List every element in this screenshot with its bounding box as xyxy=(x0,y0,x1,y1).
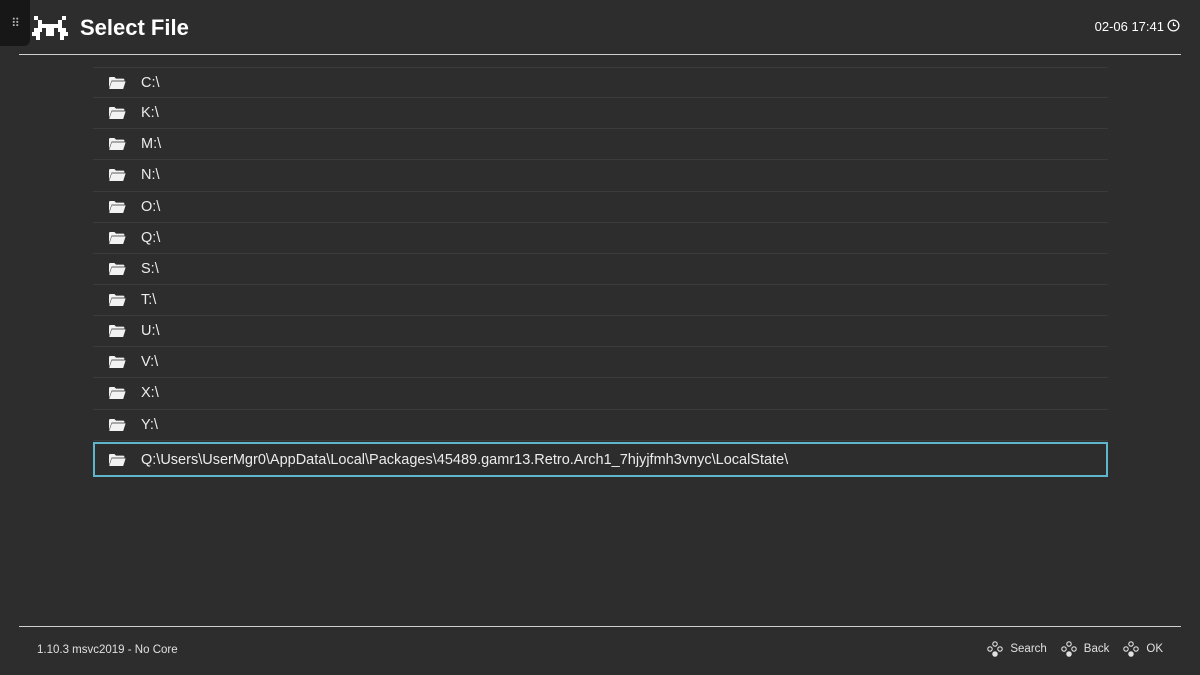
list-item[interactable]: Q:\ xyxy=(93,223,1108,254)
hint-ok[interactable]: OK xyxy=(1123,641,1163,657)
list-item-label: T:\ xyxy=(141,291,157,308)
folder-icon xyxy=(108,231,126,245)
list-item-label: Y:\ xyxy=(141,416,158,433)
list-item-label: X:\ xyxy=(141,385,159,402)
list-item-label: N:\ xyxy=(141,167,160,184)
list-item[interactable]: O:\ xyxy=(93,192,1108,223)
folder-icon xyxy=(108,355,126,369)
list-item[interactable]: T:\ xyxy=(93,285,1108,317)
file-list: C:\ K:\ M:\ N:\ O:\ Q:\ S:\ T:\ U:\ V:\ X:\ Y:\ Q:\U… xyxy=(93,67,1108,477)
list-item[interactable]: C:\ xyxy=(93,67,1108,99)
list-item[interactable]: S:\ xyxy=(93,254,1108,285)
list-item[interactable]: K:\ xyxy=(93,98,1108,130)
button-hints: Search Back OK xyxy=(981,641,1163,657)
folder-icon xyxy=(108,137,126,151)
list-item-label: V:\ xyxy=(141,354,159,371)
list-item-label: Q:\Users\UserMgr0\AppData\Local\Packages… xyxy=(141,451,789,468)
list-item-label: M:\ xyxy=(141,136,162,153)
page-title: Select File xyxy=(80,15,189,40)
list-item-label: O:\ xyxy=(141,198,161,215)
list-item-label: C:\ xyxy=(141,75,160,91)
clock-text: 02-06 17:41 xyxy=(1094,19,1164,34)
list-item[interactable]: U:\ xyxy=(93,316,1108,348)
list-item-label: S:\ xyxy=(141,260,159,277)
gamepad-button-icon xyxy=(1123,641,1140,657)
hint-label: Back xyxy=(1083,643,1110,655)
list-item-label: Q:\ xyxy=(141,229,161,246)
folder-icon xyxy=(108,200,126,214)
footer-divider xyxy=(19,626,1181,627)
clock-icon xyxy=(1167,19,1180,32)
version-text: 1.10.3 msvc2019 - No Core xyxy=(37,644,178,656)
list-item-label: U:\ xyxy=(141,323,160,340)
hint-label: OK xyxy=(1146,643,1163,655)
list-item[interactable]: N:\ xyxy=(93,160,1108,192)
list-item[interactable]: M:\ xyxy=(93,129,1108,161)
hint-search[interactable]: Search xyxy=(987,641,1047,657)
folder-icon xyxy=(108,386,126,400)
list-item[interactable]: Y:\ xyxy=(93,410,1108,441)
list-item[interactable]: X:\ xyxy=(93,378,1108,410)
gamepad-button-icon xyxy=(987,641,1004,657)
gamepad-button-icon xyxy=(1061,641,1077,657)
folder-icon xyxy=(108,168,126,182)
file-browser-screen: ⠿ Select File 02-06 17:41 C:\ K:\ M:\ N:… xyxy=(0,0,1200,675)
list-item-label: K:\ xyxy=(141,105,159,122)
retroarch-invader-icon xyxy=(32,16,68,40)
folder-icon xyxy=(108,453,126,467)
folder-icon xyxy=(108,262,126,276)
hint-label: Search xyxy=(1010,643,1047,655)
header-divider xyxy=(19,54,1181,55)
folder-icon xyxy=(108,293,126,307)
folder-icon xyxy=(108,106,126,120)
folder-icon xyxy=(108,76,126,90)
list-item-selected[interactable]: Q:\Users\UserMgr0\AppData\Local\Packages… xyxy=(93,441,1108,477)
folder-icon xyxy=(108,324,126,338)
list-item[interactable]: V:\ xyxy=(93,347,1108,379)
folder-icon xyxy=(108,418,126,432)
header: Select File 02-06 17:41 xyxy=(0,0,1200,55)
hint-back[interactable]: Back xyxy=(1061,641,1110,657)
